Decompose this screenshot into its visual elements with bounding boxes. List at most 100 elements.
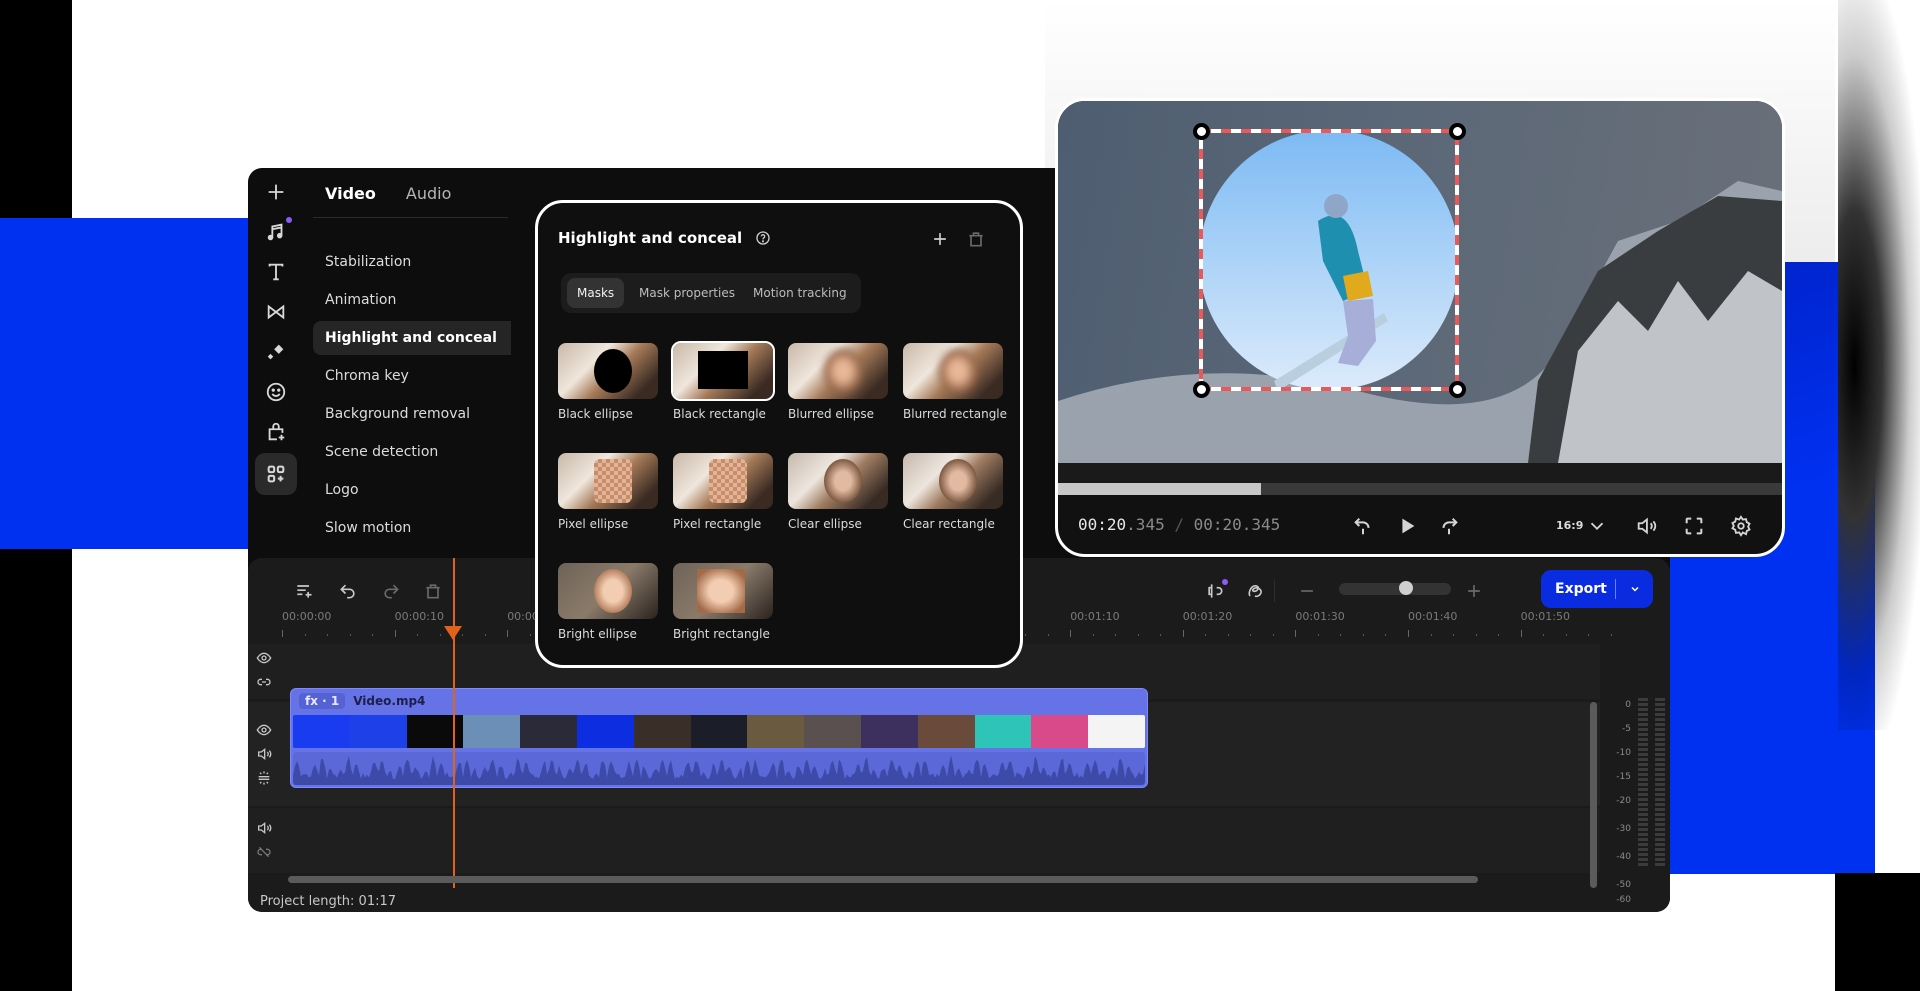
unlink-toggle[interactable] (256, 844, 274, 862)
mask-option-clear-ellipse[interactable]: Clear ellipse (788, 453, 888, 531)
playhead[interactable] (453, 558, 455, 888)
waveform-path (293, 755, 1145, 785)
menu-item-logo[interactable]: Logo (313, 473, 511, 507)
menu-item-stabilization[interactable]: Stabilization (313, 245, 511, 279)
mute-toggle[interactable] (256, 746, 274, 764)
store-button[interactable] (255, 411, 297, 453)
detach-audio-button[interactable] (1202, 578, 1228, 604)
horizontal-scrollbar[interactable] (288, 876, 1478, 883)
add-button[interactable] (255, 171, 297, 213)
face-preview (824, 349, 862, 393)
undo-icon (340, 584, 355, 599)
mask-option-clear-rectangle[interactable]: Clear rectangle (903, 453, 1003, 531)
mask-option-pixel-ellipse[interactable]: Pixel ellipse (558, 453, 658, 531)
menu-item-animation[interactable]: Animation (313, 283, 511, 317)
face-preview (939, 349, 977, 393)
menu-item-highlight-and-conceal[interactable]: Highlight and conceal (313, 321, 511, 355)
mask-label: Blurred rectangle (903, 407, 1008, 421)
detach-toggle[interactable] (256, 770, 274, 788)
mask-option-pixel-rectangle[interactable]: Pixel rectangle (673, 453, 773, 531)
rewind-1s-button[interactable] (1350, 513, 1376, 539)
video-clip[interactable]: fx · 1 Video.mp4 (290, 688, 1148, 788)
menu-item-chroma-key[interactable]: Chroma key (313, 359, 511, 393)
mask-option-black-rectangle[interactable]: Black rectangle (671, 341, 775, 421)
notification-dot (1222, 579, 1228, 585)
more-tools-icon (267, 465, 285, 483)
add-track-button[interactable] (291, 578, 317, 604)
meter-channel-bar (1638, 698, 1648, 868)
stickers-icon (266, 382, 286, 402)
tab-motion-tracking[interactable]: Motion tracking (743, 278, 857, 308)
progress-bar[interactable] (1058, 483, 1782, 495)
more-tools-button[interactable] (255, 453, 297, 495)
play-button[interactable] (1394, 513, 1420, 539)
ruler-tick (1430, 634, 1432, 636)
delete-mask-button[interactable] (966, 229, 986, 249)
menu-item-background-removal[interactable]: Background removal (313, 397, 511, 431)
ruler-tick (282, 630, 283, 637)
volume-button[interactable] (1633, 513, 1659, 539)
ruler-tick (1340, 634, 1342, 636)
video-frame[interactable] (1058, 101, 1782, 463)
forward-1s-button[interactable] (1436, 513, 1462, 539)
effects-badge[interactable]: fx · 1 (299, 693, 346, 709)
detach-icon (258, 771, 270, 785)
stickers-button[interactable] (255, 371, 297, 413)
filmstrip-frame (576, 715, 634, 748)
ruler-tick (529, 634, 531, 636)
mask-option-bright-rectangle[interactable]: Bright rectangle (673, 563, 773, 641)
ruler-tick (1205, 634, 1207, 636)
ruler-tick (484, 634, 486, 636)
export-button[interactable]: Export (1541, 570, 1653, 608)
filmstrip-frame (690, 715, 748, 748)
aspect-ratio-select[interactable]: 16:9 (1556, 519, 1583, 532)
unlink-icon (257, 846, 271, 858)
menu-item-scene-detection[interactable]: Scene detection (313, 435, 511, 469)
text-button[interactable] (255, 251, 297, 293)
tab-video[interactable]: Video (325, 184, 376, 203)
audio-effects-button[interactable] (1242, 578, 1268, 604)
link-toggle[interactable] (256, 674, 274, 692)
face-preview (594, 569, 632, 613)
transitions-button[interactable] (255, 291, 297, 333)
resize-handle-top-left[interactable] (1193, 123, 1210, 140)
tab-audio[interactable]: Audio (406, 184, 451, 203)
mask-option-blurred-rectangle[interactable]: Blurred rectangle (903, 343, 1008, 421)
ruler-tick (1610, 634, 1612, 636)
visibility-toggle[interactable] (256, 722, 274, 740)
redo-button[interactable] (378, 578, 404, 604)
help-icon[interactable] (755, 230, 771, 246)
playhead-handle[interactable] (444, 626, 462, 640)
zoom-in-button[interactable] (1461, 578, 1487, 604)
filmstrip-frame (860, 715, 918, 748)
vertical-scrollbar[interactable] (1590, 702, 1597, 888)
zoom-slider[interactable] (1339, 583, 1451, 595)
zoom-slider-handle[interactable] (1399, 581, 1413, 595)
resize-handle-bottom-left[interactable] (1193, 381, 1210, 398)
ruler-tick (1498, 634, 1500, 636)
resize-handle-top-right[interactable] (1449, 123, 1466, 140)
tab-mask-properties[interactable]: Mask properties (629, 278, 745, 308)
filmstrip-frame (1031, 715, 1089, 748)
trash-icon (426, 584, 440, 599)
aspect-ratio-dropdown[interactable] (1584, 513, 1610, 539)
zoom-out-button[interactable] (1294, 578, 1320, 604)
menu-item-slow-motion[interactable]: Slow motion (313, 511, 511, 545)
mute-toggle[interactable] (256, 820, 274, 838)
delete-button[interactable] (420, 578, 446, 604)
undo-button[interactable] (335, 578, 361, 604)
mask-option-bright-ellipse[interactable]: Bright ellipse (558, 563, 658, 641)
rewind-icon (1354, 517, 1370, 535)
mask-option-black-ellipse[interactable]: Black ellipse (558, 343, 658, 421)
visibility-toggle[interactable] (256, 650, 274, 668)
tab-masks[interactable]: Masks (567, 278, 625, 308)
add-mask-button[interactable] (930, 229, 950, 249)
export-options-button[interactable] (1616, 583, 1653, 595)
face-preview (939, 459, 977, 503)
fullscreen-button[interactable] (1681, 513, 1707, 539)
resize-handle-bottom-right[interactable] (1449, 381, 1466, 398)
mask-option-blurred-ellipse[interactable]: Blurred ellipse (788, 343, 888, 421)
music-button[interactable] (255, 211, 297, 253)
effects-button[interactable] (255, 331, 297, 373)
settings-button[interactable] (1728, 513, 1754, 539)
